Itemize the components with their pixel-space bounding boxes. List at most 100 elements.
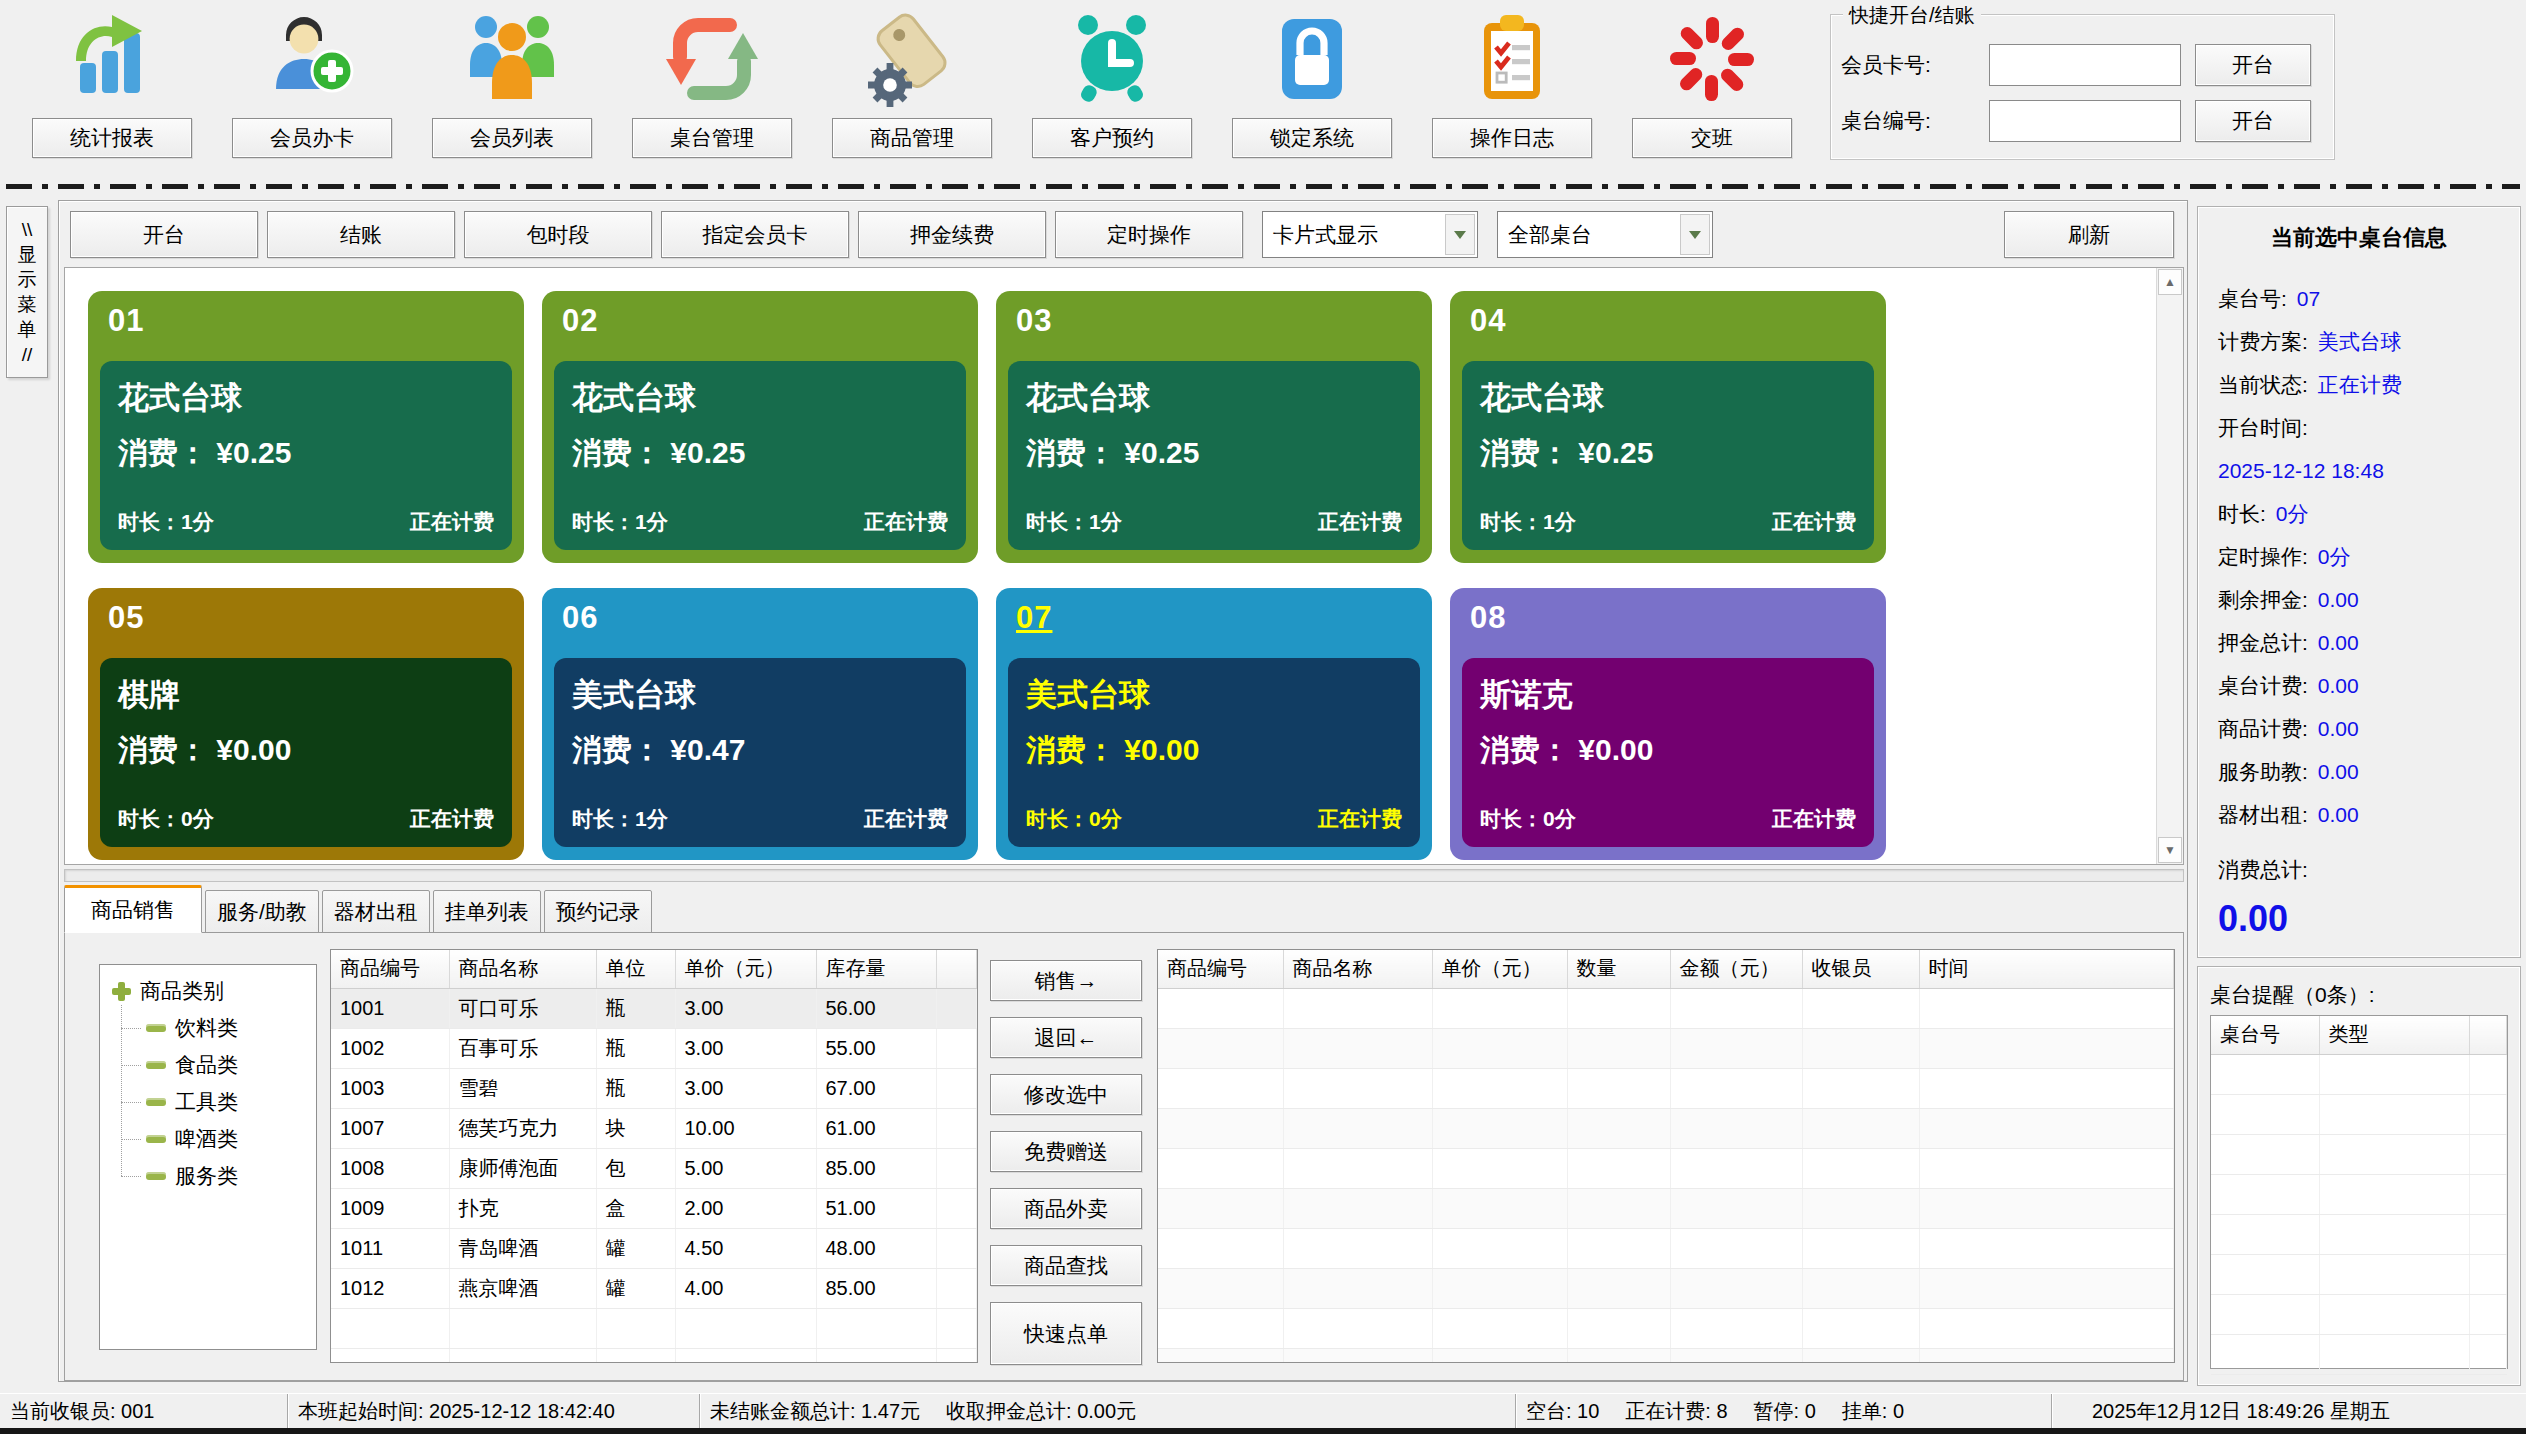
tool-group-member-card: 会员办卡 xyxy=(232,0,392,166)
product-row[interactable]: 1009扑克盒2.0051.00 xyxy=(331,1188,977,1228)
toolbar-member-list-button[interactable]: 会员列表 xyxy=(432,118,592,158)
toolbar-stats-report-button[interactable]: 统计报表 xyxy=(32,118,192,158)
card-number: 08 xyxy=(1470,600,1506,636)
product-row[interactable]: 1011青岛啤酒罐4.5048.00 xyxy=(331,1228,977,1268)
card-consume: 消费： ¥0.25 xyxy=(118,433,494,474)
tree-root-item[interactable]: 商品类别 xyxy=(100,965,316,1005)
info-row: 押金总计:0.00 xyxy=(2198,621,2520,664)
card-number: 04 xyxy=(1470,303,1506,339)
tab-2[interactable]: 服务/助教 xyxy=(205,890,319,933)
card-consume: 消费： ¥0.47 xyxy=(572,730,948,771)
table-filter-combo[interactable]: 全部桌台 xyxy=(1497,211,1713,258)
view-mode-combo[interactable]: 卡片式显示 xyxy=(1262,211,1478,258)
sale-action-buttons: 销售→ 退回← 修改选中免费赠送商品外卖商品查找快速点单 xyxy=(990,960,1142,1365)
toolbar-member-card-button[interactable]: 会员办卡 xyxy=(232,118,392,158)
card-consume: 消费： ¥0.00 xyxy=(1026,730,1402,771)
reservation-icon[interactable] xyxy=(1062,8,1162,110)
product-row[interactable]: 1007德芙巧克力块10.0061.00 xyxy=(331,1108,977,1148)
lock-system-icon[interactable] xyxy=(1262,8,1362,110)
card-area-scrollbar[interactable]: ▲ ▼ xyxy=(2156,268,2183,864)
sale-action-3[interactable]: 修改选中 xyxy=(990,1074,1142,1115)
member-list-icon[interactable] xyxy=(462,8,562,110)
tree-item[interactable]: 工具类 xyxy=(100,1083,316,1120)
table-card-05[interactable]: 05棋牌消费： ¥0.00时长：0分正在计费 xyxy=(88,588,524,860)
table-card-02[interactable]: 02花式台球消费： ¥0.25时长：1分正在计费 xyxy=(542,291,978,563)
card-billing-name: 棋牌 xyxy=(118,674,494,716)
tab-5[interactable]: 预约记录 xyxy=(544,890,652,933)
product-row[interactable]: 1002百事可乐瓶3.0055.00 xyxy=(331,1028,977,1068)
member-card-icon[interactable] xyxy=(262,8,362,110)
operation-log-icon[interactable] xyxy=(1462,8,1562,110)
info-panel-title: 当前选中桌台信息 xyxy=(2198,223,2520,253)
toolbar-table-manage-button[interactable]: 桌台管理 xyxy=(632,118,792,158)
toolbar-lock-system-button[interactable]: 锁定系统 xyxy=(1232,118,1392,158)
toolbar-separator xyxy=(6,184,2520,189)
table-card-06[interactable]: 06美式台球消费： ¥0.47时长：1分正在计费 xyxy=(542,588,978,860)
stats-report-icon[interactable] xyxy=(62,8,162,110)
action-button-5[interactable]: 押金续费 xyxy=(858,211,1046,258)
sale-action-4[interactable]: 免费赠送 xyxy=(990,1131,1142,1172)
card-duration: 时长：0分 xyxy=(118,805,214,833)
info-row: 器材出租:0.00 xyxy=(2198,793,2520,836)
member-card-input[interactable] xyxy=(1989,44,2181,86)
scroll-down-icon[interactable]: ▼ xyxy=(2158,837,2182,863)
card-consume: 消费： ¥0.25 xyxy=(572,433,948,474)
info-row: 桌台计费:0.00 xyxy=(2198,664,2520,707)
table-card-03[interactable]: 03花式台球消费： ¥0.25时长：1分正在计费 xyxy=(996,291,1432,563)
tab-4[interactable]: 挂单列表 xyxy=(433,890,541,933)
sale-action-5[interactable]: 商品外卖 xyxy=(990,1188,1142,1229)
show-menu-tab[interactable]: \\显示菜单// xyxy=(6,206,48,378)
category-icon xyxy=(146,1135,166,1143)
action-button-1[interactable]: 开台 xyxy=(70,211,258,258)
toolbar-shift-change-button[interactable]: 交班 xyxy=(1632,118,1792,158)
product-row[interactable]: 1008康师傅泡面包5.0085.00 xyxy=(331,1148,977,1188)
tree-item[interactable]: 饮料类 xyxy=(100,1009,316,1046)
toolbar-operation-log-button[interactable]: 操作日志 xyxy=(1432,118,1592,158)
action-button-6[interactable]: 定时操作 xyxy=(1055,211,1243,258)
table-number-input[interactable] xyxy=(1989,100,2181,142)
table-card-08[interactable]: 08斯诺克消费： ¥0.00时长：0分正在计费 xyxy=(1450,588,1886,860)
tree-item[interactable]: 服务类 xyxy=(100,1157,316,1194)
chevron-down-icon[interactable] xyxy=(1680,214,1710,255)
table-card-07[interactable]: 07美式台球消费： ¥0.00时长：0分正在计费 xyxy=(996,588,1432,860)
shift-change-icon[interactable] xyxy=(1662,8,1762,110)
sale-action-6[interactable]: 商品查找 xyxy=(990,1245,1142,1286)
tree-item[interactable]: 啤酒类 xyxy=(100,1120,316,1157)
product-manage-icon[interactable] xyxy=(862,8,962,110)
sale-action-7[interactable]: 快速点单 xyxy=(990,1302,1142,1365)
chevron-down-icon[interactable] xyxy=(1445,214,1475,255)
card-billing-name: 花式台球 xyxy=(572,377,948,419)
table-card-01[interactable]: 01花式台球消费： ¥0.25时长：1分正在计费 xyxy=(88,291,524,563)
card-consume: 消费： ¥0.25 xyxy=(1480,433,1856,474)
sale-action-1[interactable]: 销售→ xyxy=(990,960,1142,1001)
card-status: 正在计费 xyxy=(864,805,948,833)
quick-row-1: 会员卡号: 开台 xyxy=(1841,43,2311,87)
tree-item[interactable]: 食品类 xyxy=(100,1046,316,1083)
quick-open-button-1[interactable]: 开台 xyxy=(2195,44,2311,86)
toolbar-product-manage-button[interactable]: 商品管理 xyxy=(832,118,992,158)
center-panel: 开台结账包时段指定会员卡押金续费定时操作卡片式显示全部桌台 刷新 01花式台球消… xyxy=(58,200,2188,1382)
quick-row-label: 会员卡号: xyxy=(1841,51,1989,79)
tab-3[interactable]: 器材出租 xyxy=(322,890,430,933)
product-row[interactable]: 1001可口可乐瓶3.0056.00 xyxy=(331,988,977,1028)
card-consume: 消费： ¥0.25 xyxy=(1026,433,1402,474)
info-row: 当前状态:正在计费 xyxy=(2198,363,2520,406)
refresh-button[interactable]: 刷新 xyxy=(2004,211,2174,258)
card-billing-name: 花式台球 xyxy=(1026,377,1402,419)
card-billing-name: 美式台球 xyxy=(572,674,948,716)
action-button-4[interactable]: 指定会员卡 xyxy=(661,211,849,258)
horizontal-splitter[interactable] xyxy=(64,869,2184,882)
tool-group-operation-log: 操作日志 xyxy=(1432,0,1592,166)
card-duration: 时长：1分 xyxy=(118,508,214,536)
table-card-04[interactable]: 04花式台球消费： ¥0.25时长：1分正在计费 xyxy=(1450,291,1886,563)
table-manage-icon[interactable] xyxy=(662,8,762,110)
toolbar-reservation-button[interactable]: 客户预约 xyxy=(1032,118,1192,158)
product-row[interactable]: 1012燕京啤酒罐4.0085.00 xyxy=(331,1268,977,1308)
scroll-up-icon[interactable]: ▲ xyxy=(2158,269,2182,295)
sale-action-2[interactable]: 退回← xyxy=(990,1017,1142,1058)
action-button-3[interactable]: 包时段 xyxy=(464,211,652,258)
quick-open-button-2[interactable]: 开台 xyxy=(2195,100,2311,142)
product-row[interactable]: 1003雪碧瓶3.0067.00 xyxy=(331,1068,977,1108)
tab-1[interactable]: 商品销售 xyxy=(64,885,202,933)
action-button-2[interactable]: 结账 xyxy=(267,211,455,258)
